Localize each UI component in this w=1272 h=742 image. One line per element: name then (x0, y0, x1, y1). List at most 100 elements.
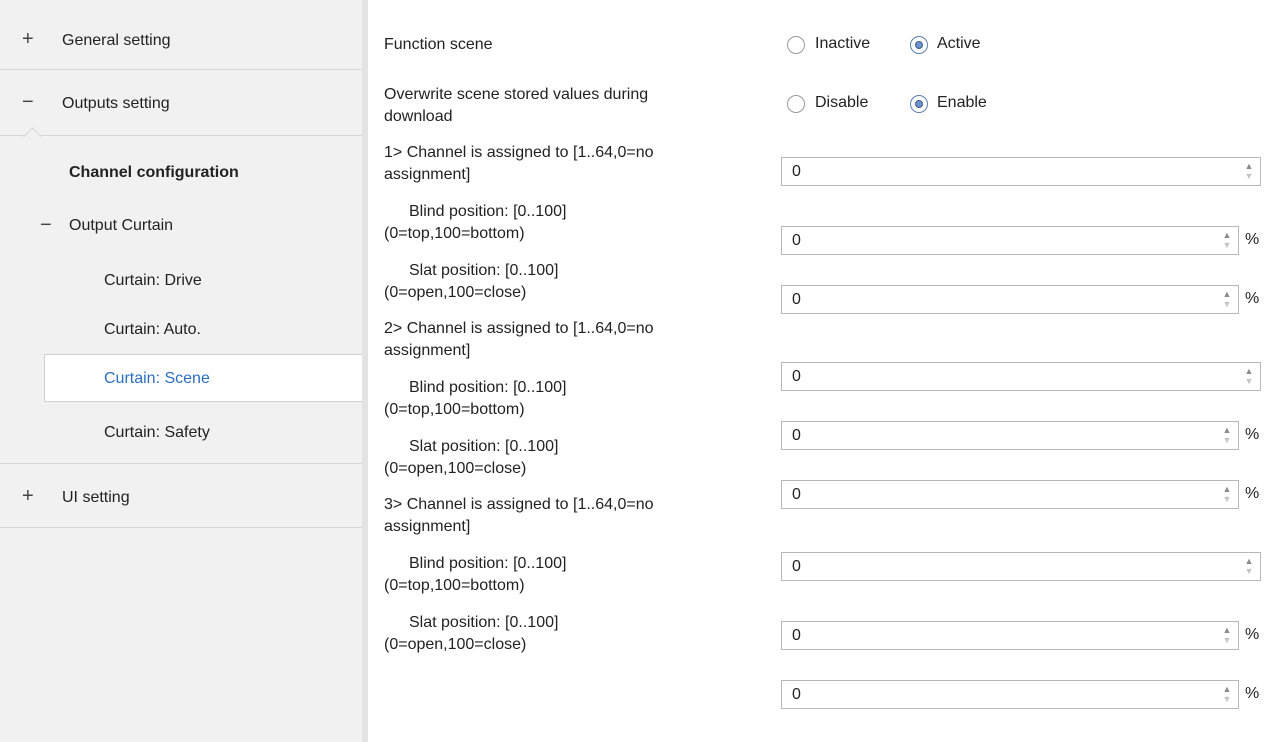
nav-item-curtain-safety[interactable]: Curtain: Safety (104, 424, 210, 442)
radio-disable[interactable]: Disable (787, 94, 897, 116)
radio-checked-icon[interactable] (910, 36, 928, 54)
radio-inactive[interactable]: Inactive (787, 35, 897, 57)
spin-up-icon[interactable]: ▲ (1222, 484, 1232, 494)
nav-item-output-curtain[interactable]: − Output Curtain (40, 214, 173, 237)
param-label-row: 2> Channel is assigned to [1..64,0=no ass… (384, 318, 654, 362)
param-label-row: Blind position: [0..100] (0=top,100=botto… (384, 553, 566, 597)
collapse-minus-icon[interactable]: − (40, 214, 52, 236)
spinbox-value[interactable]: 0 (792, 558, 801, 576)
nav-item-label: Output Curtain (69, 217, 174, 234)
spinbox-value[interactable]: 0 (792, 627, 801, 645)
label-line: 1> Channel is assigned to [1..64,0=no (384, 144, 654, 161)
spin-up-icon[interactable]: ▲ (1244, 161, 1254, 171)
spinbox-input[interactable]: 0 ▲ ▼ (781, 680, 1239, 709)
spin-down-icon[interactable]: ▼ (1244, 566, 1254, 576)
spin-down-icon[interactable]: ▼ (1222, 694, 1232, 704)
label-line: (0=top,100=bottom) (384, 225, 525, 242)
label-line: Slat position: [0..100] (409, 614, 559, 631)
radio-circle-icon[interactable] (787, 36, 805, 54)
spinbox-input[interactable]: 0 ▲ ▼ (781, 480, 1239, 509)
spin-up-icon[interactable]: ▲ (1222, 289, 1232, 299)
spinbox-value[interactable]: 0 (792, 427, 801, 445)
unit-label: % (1245, 485, 1260, 502)
spin-down-icon[interactable]: ▼ (1244, 171, 1254, 181)
nav-group-label: UI setting (62, 489, 130, 506)
spin-arrows-icon[interactable]: ▲ ▼ (1244, 366, 1254, 386)
spinbox-value[interactable]: 0 (792, 232, 801, 250)
nav-group-label: Outputs setting (62, 95, 170, 112)
param-label-row: 1> Channel is assigned to [1..64,0=no ass… (384, 142, 654, 186)
label-line: Blind position: [0..100] (409, 555, 567, 572)
radio-checked-icon[interactable] (910, 95, 928, 113)
spin-arrows-icon[interactable]: ▲ ▼ (1222, 289, 1232, 309)
label-line: Overwrite scene stored values during (384, 86, 649, 103)
spin-down-icon[interactable]: ▼ (1222, 635, 1232, 645)
nav-group-label: General setting (62, 32, 171, 49)
spin-down-icon[interactable]: ▼ (1222, 299, 1232, 309)
spinbox-input[interactable]: 0 ▲ ▼ (781, 226, 1239, 255)
spinbox-input[interactable]: 0 ▲ ▼ (781, 362, 1261, 391)
nav-item-channel-configuration[interactable]: Channel configuration (69, 164, 239, 182)
spin-up-icon[interactable]: ▲ (1244, 366, 1254, 376)
spin-up-icon[interactable]: ▲ (1244, 556, 1254, 566)
spin-up-icon[interactable]: ▲ (1222, 684, 1232, 694)
spin-arrows-icon[interactable]: ▲ ▼ (1222, 230, 1232, 250)
spin-arrows-icon[interactable]: ▲ ▼ (1222, 625, 1232, 645)
spin-down-icon[interactable]: ▼ (1222, 435, 1232, 445)
spinbox-value[interactable]: 0 (792, 686, 801, 704)
spinbox-value[interactable]: 0 (792, 486, 801, 504)
expand-plus-icon[interactable]: + (22, 485, 34, 508)
unit-label: % (1245, 231, 1260, 248)
spinbox-input[interactable]: 0 ▲ ▼ (781, 552, 1261, 581)
label-line: assignment] (384, 342, 471, 359)
nav-item-curtain-scene[interactable]: Curtain: Scene (104, 370, 210, 388)
radio-label: Active (937, 35, 981, 52)
spin-up-icon[interactable]: ▲ (1222, 425, 1232, 435)
spin-up-icon[interactable]: ▲ (1222, 625, 1232, 635)
spinbox-value[interactable]: 0 (792, 163, 801, 181)
nav-group-general-setting[interactable]: + General setting (0, 0, 362, 70)
label-line: Blind position: [0..100] (409, 203, 567, 220)
spinbox-value[interactable]: 0 (792, 368, 801, 386)
label-line: Slat position: [0..100] (409, 438, 559, 455)
spin-arrows-icon[interactable]: ▲ ▼ (1244, 161, 1254, 181)
param-label-row: Blind position: [0..100] (0=top,100=botto… (384, 377, 566, 421)
unit-label: % (1245, 685, 1260, 702)
collapse-minus-icon[interactable]: − (22, 91, 34, 114)
spin-arrows-icon[interactable]: ▲ ▼ (1244, 556, 1254, 576)
spin-down-icon[interactable]: ▼ (1244, 376, 1254, 386)
spin-down-icon[interactable]: ▼ (1222, 240, 1232, 250)
radio-active[interactable]: Active (910, 35, 1010, 57)
label-line: (0=top,100=bottom) (384, 401, 525, 418)
label-line: (0=open,100=close) (384, 460, 527, 477)
param-label-row: Slat position: [0..100] (0=open,100=close… (384, 612, 558, 656)
label-line: Slat position: [0..100] (409, 262, 559, 279)
spinbox-input[interactable]: 0 ▲ ▼ (781, 621, 1239, 650)
spin-arrows-icon[interactable]: ▲ ▼ (1222, 425, 1232, 445)
spin-arrows-icon[interactable]: ▲ ▼ (1222, 684, 1232, 704)
unit-label: % (1245, 290, 1260, 307)
param-label-function-scene: Function scene (384, 36, 493, 53)
spin-up-icon[interactable]: ▲ (1222, 230, 1232, 240)
spinbox-input[interactable]: 0 ▲ ▼ (781, 285, 1239, 314)
spinbox-input[interactable]: 0 ▲ ▼ (781, 421, 1239, 450)
nav-item-curtain-drive[interactable]: Curtain: Drive (104, 272, 202, 290)
spinbox-value[interactable]: 0 (792, 291, 801, 309)
nav-group-ui-setting[interactable]: + UI setting (0, 463, 362, 528)
label-line: 2> Channel is assigned to [1..64,0=no (384, 320, 654, 337)
param-label-row: Slat position: [0..100] (0=open,100=close… (384, 436, 558, 480)
radio-enable[interactable]: Enable (910, 94, 1010, 116)
nav-item-curtain-auto[interactable]: Curtain: Auto. (104, 321, 201, 339)
param-label-row: Slat position: [0..100] (0=open,100=close… (384, 260, 558, 304)
expand-plus-icon[interactable]: + (22, 28, 34, 51)
unit-label: % (1245, 626, 1260, 643)
spinbox-input[interactable]: 0 ▲ ▼ (781, 157, 1261, 186)
nav-group-outputs-setting[interactable]: − Outputs setting (0, 70, 362, 135)
label-line: download (384, 108, 453, 125)
label-line: (0=open,100=close) (384, 284, 527, 301)
radio-circle-icon[interactable] (787, 95, 805, 113)
label-line: (0=open,100=close) (384, 636, 527, 653)
spin-down-icon[interactable]: ▼ (1222, 494, 1232, 504)
param-label-row: 3> Channel is assigned to [1..64,0=no ass… (384, 494, 654, 538)
spin-arrows-icon[interactable]: ▲ ▼ (1222, 484, 1232, 504)
